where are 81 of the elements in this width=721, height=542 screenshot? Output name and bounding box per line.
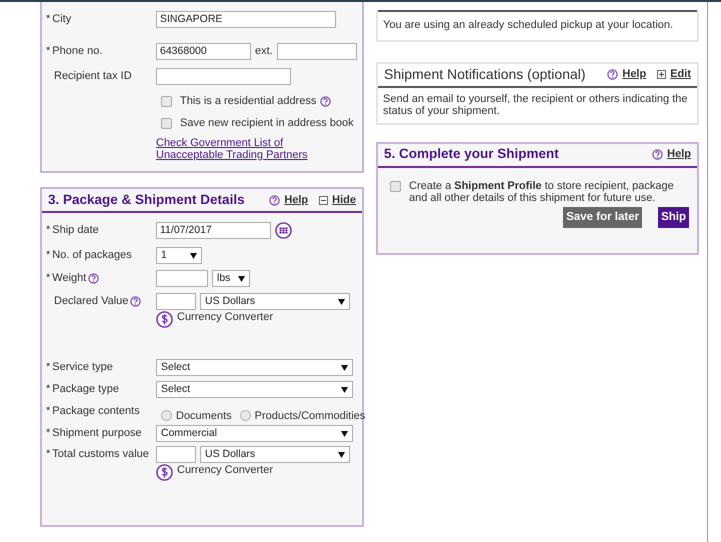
required-mark: * xyxy=(46,12,50,27)
ship-button[interactable]: Ship xyxy=(658,206,689,228)
checkbox[interactable] xyxy=(161,118,172,129)
caret-icon xyxy=(190,252,197,258)
ext-label: ext. xyxy=(255,44,273,60)
help-link[interactable]: Help xyxy=(667,146,691,163)
input-field[interactable] xyxy=(156,270,208,287)
dollar-icon[interactable] xyxy=(156,464,173,481)
radio-button[interactable] xyxy=(240,410,251,421)
currency-converter-link[interactable]: Currency Converter xyxy=(177,462,273,479)
required-mark: * xyxy=(46,360,50,375)
field-label: Package contents xyxy=(52,404,140,419)
help-link[interactable]: Help xyxy=(284,192,308,208)
dropdown[interactable]: Select xyxy=(156,381,353,398)
caret-icon xyxy=(338,452,345,458)
required-mark: * xyxy=(46,271,50,286)
required-mark: * xyxy=(46,447,50,462)
panel-text: You are using an already scheduled pickup at your location. xyxy=(383,18,674,33)
minus-box-icon[interactable] xyxy=(319,196,328,204)
field-label: Weight xyxy=(52,271,86,286)
checkbox[interactable] xyxy=(390,180,401,192)
save-for-later-button[interactable]: Save for later xyxy=(563,206,642,228)
dropdown[interactable]: US Dollars xyxy=(200,446,350,463)
radio-label: Products/Commodities xyxy=(254,409,366,424)
help-icon[interactable] xyxy=(130,296,142,307)
required-mark: * xyxy=(46,223,50,238)
required-mark: * xyxy=(46,382,50,397)
caret-icon xyxy=(338,298,345,304)
section-title: 5. Complete your Shipment xyxy=(384,145,560,164)
dollar-icon[interactable] xyxy=(156,311,173,328)
required-mark: * xyxy=(46,404,50,419)
panel-text: Send an email to yourself, the recipient or others indicating the status of your shipment. xyxy=(382,92,689,118)
ext-input-field[interactable] xyxy=(276,43,357,60)
help-icon[interactable] xyxy=(607,69,618,80)
field-label: City xyxy=(52,12,72,27)
field-label: Service type xyxy=(52,360,113,375)
field-label: Recipient tax ID xyxy=(54,69,132,84)
dropdown[interactable]: Commercial xyxy=(156,425,353,442)
dropdown[interactable]: Select xyxy=(156,359,353,376)
field-label: Shipment purpose xyxy=(52,426,142,441)
caret-icon xyxy=(341,386,348,392)
input-field[interactable]: SINGAPORE xyxy=(156,11,336,28)
help-icon[interactable] xyxy=(652,149,664,160)
required-mark: * xyxy=(46,44,50,59)
dropdown[interactable]: lbs xyxy=(212,270,250,287)
field-label: No. of packages xyxy=(52,248,132,263)
plus-box-icon[interactable] xyxy=(657,70,666,79)
section-title: 3. Package & Shipment Details xyxy=(48,190,246,209)
checkbox[interactable] xyxy=(161,96,172,107)
dropdown[interactable]: US Dollars xyxy=(200,293,350,310)
edit-link[interactable]: Edit xyxy=(670,66,691,83)
input-field[interactable]: 64368000 xyxy=(156,43,251,60)
help-icon[interactable] xyxy=(88,272,100,284)
input-field[interactable] xyxy=(156,293,196,310)
radio-label: Documents xyxy=(176,409,232,424)
input-field[interactable] xyxy=(156,68,291,85)
field-label: Package type xyxy=(52,382,119,397)
required-mark: * xyxy=(46,248,50,263)
field-label: Ship date xyxy=(52,223,99,238)
input-field[interactable] xyxy=(156,446,196,463)
help-icon[interactable] xyxy=(320,96,332,107)
dropdown[interactable]: 1 xyxy=(156,247,202,264)
hide-link[interactable]: Hide xyxy=(332,192,356,208)
required-mark: * xyxy=(46,426,50,441)
field-label: Total customs value xyxy=(52,447,149,462)
checkbox-label: This is a residential address xyxy=(180,94,316,109)
government-list-link[interactable]: Check Government List of Unacceptable Trading Partners xyxy=(156,137,346,161)
checkbox-label: Create a Shipment Profile to store recipient, package and all other details of this shipment for future use. xyxy=(409,180,675,204)
help-link[interactable]: Help xyxy=(622,66,646,83)
field-label: Phone no. xyxy=(52,44,102,59)
help-icon[interactable] xyxy=(269,194,280,206)
caret-icon xyxy=(341,364,348,370)
caret-icon xyxy=(341,430,348,436)
checkbox-label: Save new recipient in address book xyxy=(180,116,354,131)
currency-converter-link[interactable]: Currency Converter xyxy=(177,309,273,326)
panel-title: Shipment Notifications (optional) xyxy=(384,65,587,84)
field-label: Declared Value xyxy=(54,294,128,309)
radio-button[interactable] xyxy=(161,410,172,421)
caret-icon xyxy=(238,276,245,282)
calendar-icon[interactable] xyxy=(275,222,292,239)
input-field[interactable]: 11/07/2017 xyxy=(156,222,271,239)
